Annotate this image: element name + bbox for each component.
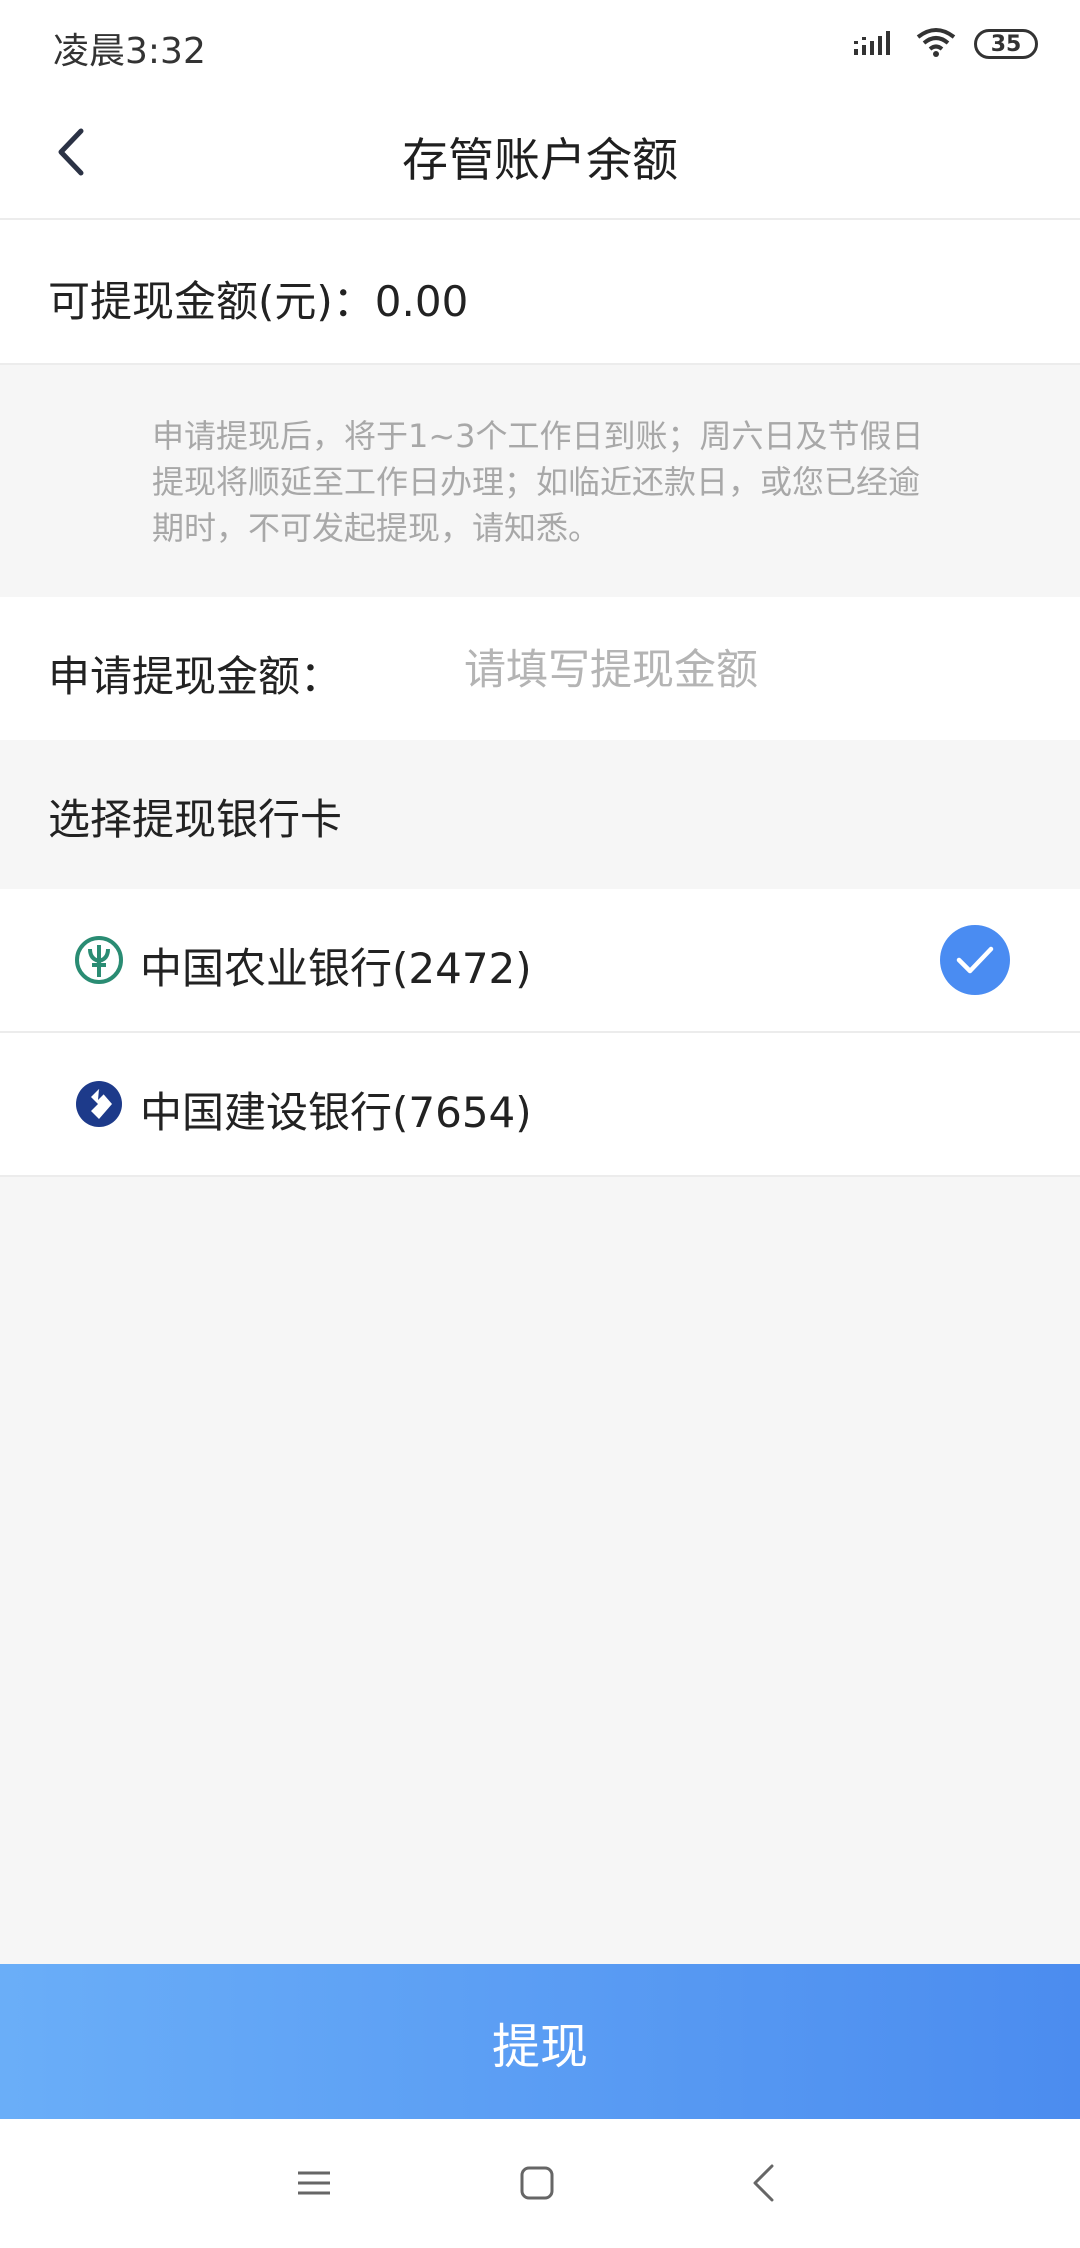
available-balance-label: 可提现金额(元)：0.00 bbox=[48, 277, 469, 326]
wifi-icon bbox=[916, 27, 956, 61]
nav-back-button[interactable] bbox=[733, 2155, 793, 2215]
status-bar: 凌晨3:32 35 bbox=[0, 0, 1080, 92]
back-triangle-icon bbox=[748, 2163, 778, 2207]
nav-menu-button[interactable] bbox=[284, 2155, 344, 2215]
header: 存管账户余额 bbox=[0, 92, 1080, 220]
system-nav-bar bbox=[0, 2119, 1080, 2248]
withdraw-amount-row: 申请提现金额： bbox=[0, 597, 1080, 740]
withdraw-notice: 申请提现后，将于1~3个工作日到账；周六日及节假日提现将顺延至工作日办理；如临近… bbox=[0, 365, 1080, 597]
selected-check-icon bbox=[940, 925, 1010, 995]
signal-icon bbox=[854, 27, 898, 61]
bank-section-title: 选择提现银行卡 bbox=[48, 795, 343, 844]
home-square-icon bbox=[519, 2165, 555, 2205]
abc-bank-logo-icon bbox=[74, 935, 124, 985]
battery-icon: 35 bbox=[974, 29, 1038, 59]
bank-card-ccb[interactable]: 中国建设银行(7654) bbox=[0, 1033, 1080, 1177]
bank-card-name: 中国建设银行(7654) bbox=[140, 1088, 532, 1137]
page-title: 存管账户余额 bbox=[402, 133, 678, 187]
status-time: 凌晨3:32 bbox=[53, 31, 206, 72]
bank-card-abc[interactable]: 中国农业银行(2472) bbox=[0, 889, 1080, 1033]
status-icons: 35 bbox=[854, 24, 1038, 64]
notice-text: 申请提现后，将于1~3个工作日到账；周六日及节假日提现将顺延至工作日办理；如临近… bbox=[152, 417, 924, 547]
menu-icon bbox=[296, 2168, 332, 2202]
screen: 凌晨3:32 35 存管账户余额 可提现金额(元)：0.00 申请提现后，将于1… bbox=[0, 0, 1080, 2248]
withdraw-button[interactable]: 提现 bbox=[0, 1964, 1080, 2119]
bank-card-name: 中国农业银行(2472) bbox=[140, 944, 532, 993]
ccb-bank-logo-icon bbox=[74, 1079, 124, 1129]
available-balance-row: 可提现金额(元)：0.00 bbox=[0, 220, 1080, 365]
withdraw-amount-input[interactable] bbox=[462, 633, 1026, 705]
nav-home-button[interactable] bbox=[507, 2155, 567, 2215]
withdraw-amount-label: 申请提现金额： bbox=[48, 652, 343, 701]
